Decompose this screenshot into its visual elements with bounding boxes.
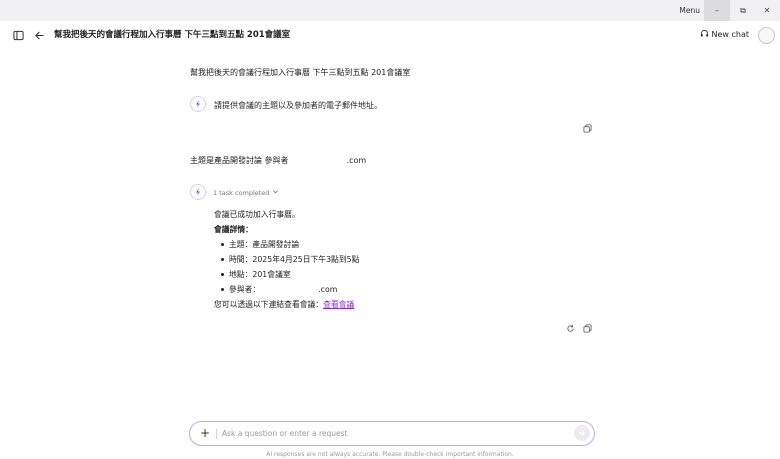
- page-title: 幫我把後天的會議行程加入行事曆 下午三點到五點 201會議室: [54, 30, 291, 40]
- user-message-2-text: 主題是產品開發討論 參與者: [190, 156, 289, 165]
- composer: +: [189, 421, 595, 446]
- copy-icon[interactable]: [582, 123, 593, 134]
- detail-item-topic: 主題：產品開發討論: [229, 240, 300, 249]
- user-message-2: 主題是產品開發討論 參與者 .com: [190, 155, 366, 166]
- detail-item-participants: 參與者： .com: [229, 284, 337, 295]
- new-chat-button[interactable]: New chat: [700, 29, 750, 40]
- back-arrow-icon[interactable]: [32, 28, 46, 42]
- user-message: 幫我把後天的會議行程加入行事曆 下午三點到五點 201會議室: [190, 68, 411, 77]
- chat-header: 幫我把後天的會議行程加入行事曆 下午三點到五點 201會議室 New chat: [0, 21, 780, 49]
- request-input[interactable]: [222, 425, 562, 442]
- headset-icon: [700, 29, 709, 40]
- task-status-toggle[interactable]: 1 task completed: [213, 188, 279, 197]
- bot-logo-icon: [190, 96, 206, 112]
- bullet-dot: [221, 288, 224, 291]
- bullet-dot: [221, 258, 224, 261]
- detail-item-time: 時間：2025年4月25日下午3點到5點: [229, 255, 360, 264]
- details-heading-text: 會議詳情：: [214, 225, 253, 234]
- response-details-heading: 會議詳情：: [214, 224, 253, 235]
- app-window: Menu – ⧉ ✕ 幫我把後天的會議行程加入行事曆 下午三點到五點 201會議…: [0, 0, 780, 459]
- minimize-button[interactable]: –: [704, 0, 730, 21]
- chevron-down-icon: [272, 188, 279, 197]
- bullet-dot: [221, 243, 224, 246]
- bullet-dot: [221, 273, 224, 276]
- title-bar: Menu – ⧉ ✕: [0, 0, 780, 21]
- send-icon[interactable]: [574, 425, 590, 441]
- maximize-button[interactable]: ⧉: [730, 0, 756, 21]
- sidebar-toggle-icon[interactable]: [11, 28, 25, 42]
- participants-domain: .com: [318, 285, 338, 294]
- task-status-label: 1 task completed: [213, 188, 270, 197]
- view-meeting-link[interactable]: 查看會議: [323, 300, 354, 309]
- composer-divider: [216, 429, 217, 439]
- close-button[interactable]: ✕: [754, 0, 780, 21]
- participants-label: 參與者：: [229, 285, 261, 294]
- user-message-2-domain: .com: [346, 156, 367, 165]
- new-chat-label: New chat: [711, 30, 750, 39]
- avatar[interactable]: [758, 27, 775, 44]
- retry-icon[interactable]: [565, 323, 576, 334]
- plus-icon[interactable]: +: [198, 426, 212, 440]
- response-intro: 會議已成功加入行事曆。: [214, 210, 300, 219]
- link-prefix: 您可以透過以下連結查看會議：: [214, 300, 324, 309]
- menu-button[interactable]: Menu: [679, 0, 700, 21]
- disclaimer: AI responses are not always accurate. Pl…: [266, 451, 514, 458]
- copy-icon[interactable]: [582, 323, 593, 334]
- response-link-line: 您可以透過以下連結查看會議：查看會議: [214, 299, 354, 310]
- bot-message: 請提供會議的主題以及參加者的電子郵件地址。: [214, 101, 382, 110]
- detail-item-location: 地點：201會議室: [229, 270, 291, 279]
- bot-logo-icon: [190, 184, 206, 200]
